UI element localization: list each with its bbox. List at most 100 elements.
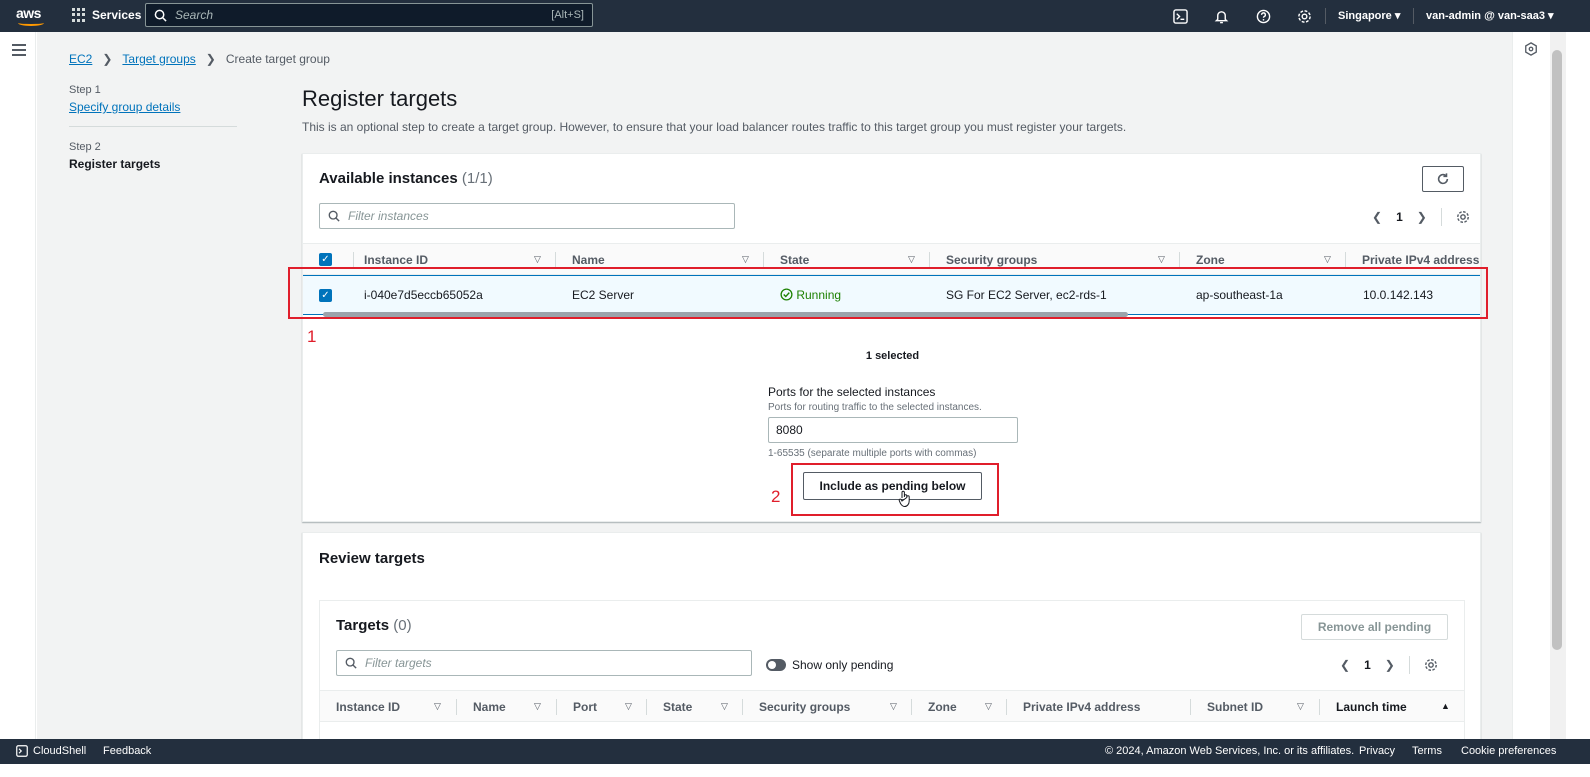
cloudshell-icon	[16, 745, 28, 757]
sort-caret-icon[interactable]: ▽	[434, 701, 441, 712]
region-selector[interactable]: Singapore ▾	[1338, 9, 1400, 22]
breadcrumb-current: Create target group	[225, 52, 330, 66]
annotation-box-1	[288, 267, 1488, 319]
ports-hint: 1-65535 (separate multiple ports with co…	[768, 448, 977, 459]
main-content: EC2 ❯ Target groups ❯ Create target grou…	[37, 32, 1512, 739]
step-specify-group-details[interactable]: Specify group details	[69, 100, 180, 114]
review-targets-panel: Review targets Targets (0) Remove all pe…	[302, 532, 1481, 739]
col-instance-id[interactable]: Instance ID	[336, 700, 400, 714]
account-menu[interactable]: van-admin @ van-saa3 ▾	[1426, 9, 1554, 22]
col-zone[interactable]: Zone	[928, 700, 957, 714]
sort-caret-icon[interactable]: ▽	[908, 254, 915, 265]
chevron-right-icon: ❯	[102, 52, 113, 66]
available-instances-title: Available instances (1/1)	[319, 170, 493, 187]
sort-caret-icon[interactable]: ▽	[534, 701, 541, 712]
menu-hamburger-icon[interactable]	[12, 44, 26, 56]
notifications-bell-icon[interactable]	[1213, 8, 1229, 24]
filter-targets-input[interactable]: Filter targets	[336, 650, 752, 676]
page-number[interactable]: 1	[1396, 210, 1403, 224]
remove-all-pending-button[interactable]: Remove all pending	[1301, 614, 1448, 640]
breadcrumb-target-groups[interactable]: Target groups	[122, 52, 195, 66]
show-only-pending-toggle[interactable]: Show only pending	[766, 658, 893, 672]
col-name[interactable]: Name	[473, 700, 506, 714]
sort-caret-icon[interactable]: ▽	[721, 701, 728, 712]
step1-label: Step 1	[69, 84, 101, 96]
search-icon	[328, 210, 340, 222]
col-zone[interactable]: Zone	[1196, 253, 1225, 267]
chevron-right-icon[interactable]: ❯	[1385, 658, 1395, 672]
breadcrumb: EC2 ❯ Target groups ❯ Create target grou…	[69, 52, 330, 66]
left-sidebar-strip	[0, 32, 36, 739]
cookie-preferences-link[interactable]: Cookie preferences	[1461, 745, 1556, 757]
col-security-groups[interactable]: Security groups	[946, 253, 1037, 267]
sort-caret-icon[interactable]: ▽	[1158, 254, 1165, 265]
col-port[interactable]: Port	[573, 700, 597, 714]
ports-description: Ports for routing traffic to the selecte…	[768, 402, 982, 413]
footer: CloudShell Feedback © 2024, Amazon Web S…	[0, 739, 1590, 764]
ports-label: Ports for the selected instances	[768, 385, 936, 399]
settings-gear-icon[interactable]	[1296, 8, 1312, 24]
help-icon[interactable]	[1255, 8, 1271, 24]
chevron-left-icon[interactable]: ❮	[1340, 658, 1350, 672]
col-security-groups[interactable]: Security groups	[759, 700, 850, 714]
col-state[interactable]: State	[780, 253, 809, 267]
sort-caret-icon[interactable]: ▽	[1297, 701, 1304, 712]
selected-count: 1 selected	[865, 350, 920, 362]
col-state[interactable]: State	[663, 700, 692, 714]
chevron-right-icon: ❯	[205, 52, 216, 66]
sort-caret-icon[interactable]: ▽	[1324, 254, 1331, 265]
targets-pagination: ❮ 1 ❯	[1340, 656, 1438, 674]
targets-title: Targets (0)	[336, 617, 412, 634]
page-description: This is an optional step to create a tar…	[302, 120, 1127, 134]
col-name[interactable]: Name	[572, 253, 605, 267]
col-launch-time[interactable]: Launch time	[1336, 700, 1407, 714]
col-private-ipv4[interactable]: Private IPv4 address	[1362, 253, 1479, 267]
refresh-icon	[1437, 173, 1449, 185]
col-private-ipv4[interactable]: Private IPv4 address	[1023, 700, 1140, 714]
targets-container: Targets (0) Remove all pending Filter ta…	[319, 600, 1465, 739]
targets-table-header: Instance ID ▽ Name ▽ Port ▽ State ▽ Secu…	[320, 690, 1464, 722]
select-all-checkbox[interactable]: ✓	[319, 253, 332, 266]
preferences-gear-icon[interactable]	[1456, 210, 1470, 224]
chevron-right-icon[interactable]: ❯	[1417, 210, 1427, 224]
annotation-box-2	[791, 463, 999, 516]
top-navigation: aws Services Search [Alt+S] Singapore ▾ …	[0, 0, 1590, 32]
aws-logo[interactable]: aws	[16, 5, 46, 27]
wizard-steps: Step 1 Specify group details Step 2 Regi…	[69, 84, 237, 171]
sort-ascending-icon[interactable]: ▲	[1441, 701, 1450, 711]
vertical-scrollbar[interactable]	[1550, 32, 1566, 739]
search-icon	[154, 9, 167, 22]
services-menu-button[interactable]: Services	[72, 8, 141, 22]
annotation-label-2: 2	[771, 487, 781, 506]
sort-caret-icon[interactable]: ▽	[985, 701, 992, 712]
sort-caret-icon[interactable]: ▽	[890, 701, 897, 712]
instances-pagination: ❮ 1 ❯	[1372, 208, 1470, 226]
feedback-link[interactable]: Feedback	[103, 745, 151, 757]
copyright-text: © 2024, Amazon Web Services, Inc. or its…	[1105, 745, 1355, 757]
annotation-label-1: 1	[307, 327, 317, 346]
chevron-left-icon[interactable]: ❮	[1372, 210, 1382, 224]
refresh-button[interactable]	[1422, 166, 1464, 192]
preferences-gear-icon[interactable]	[1424, 658, 1438, 672]
col-subnet-id[interactable]: Subnet ID	[1207, 700, 1263, 714]
sort-caret-icon[interactable]: ▽	[534, 254, 541, 265]
sort-caret-icon[interactable]: ▽	[625, 701, 632, 712]
page-number[interactable]: 1	[1364, 658, 1371, 672]
grid-icon	[72, 8, 86, 22]
info-panel-icon[interactable]	[1524, 42, 1538, 56]
toggle-switch[interactable]	[766, 659, 786, 671]
breadcrumb-ec2[interactable]: EC2	[69, 52, 92, 66]
right-utility-strip	[1512, 32, 1550, 739]
sort-caret-icon[interactable]: ▽	[742, 254, 749, 265]
search-input[interactable]: Search [Alt+S]	[145, 3, 593, 27]
filter-instances-input[interactable]: Filter instances	[319, 203, 735, 229]
cloudshell-button[interactable]: CloudShell	[16, 745, 86, 757]
step-register-targets: Register targets	[69, 157, 161, 171]
terms-link[interactable]: Terms	[1412, 745, 1442, 757]
privacy-link[interactable]: Privacy	[1359, 745, 1395, 757]
ports-input[interactable]: 8080	[768, 417, 1018, 443]
page-title: Register targets	[302, 86, 458, 111]
review-targets-title: Review targets	[319, 550, 425, 567]
col-instance-id[interactable]: Instance ID	[364, 253, 428, 267]
cloudshell-icon[interactable]	[1172, 8, 1188, 24]
